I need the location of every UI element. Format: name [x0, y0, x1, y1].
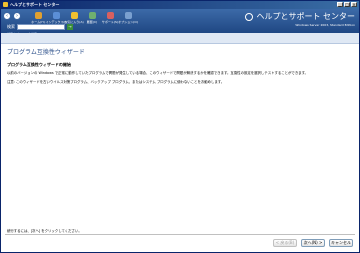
search-label: 検索 [7, 24, 15, 29]
back-button[interactable]: < 戻る(B) [273, 239, 297, 247]
minimize-button[interactable]: _ [337, 2, 343, 7]
toolbar-item-label: 履歴(C) [86, 20, 98, 24]
section-heading: プログラム互換性ウィザードの開始 [7, 62, 71, 67]
toolbar-item-favorites[interactable]: お気に入り(A) [64, 12, 84, 24]
wizard-content: プログラム互換性ウィザード プログラム互換性ウィザードの開始 以前のバージョンの… [7, 47, 352, 88]
description-text: 以前のバージョンの Windows で正常に動作していたプログラムで問題が発生し… [7, 71, 309, 75]
divider [5, 234, 355, 235]
search-go-button[interactable]: → [67, 24, 73, 30]
home-icon [34, 12, 42, 19]
help-support-window: ヘルプとサポート センター _ □ × ‹ › ホーム(H) インデックス(I) お… [0, 0, 360, 253]
toolbar-item-history[interactable]: 履歴(C) [85, 12, 99, 24]
banner [1, 33, 359, 44]
toolbar-item-label: オプション(O) [118, 20, 138, 24]
app-icon [3, 2, 8, 7]
search-bar: 検索 → [7, 24, 73, 30]
cancel-button[interactable]: キャンセル [329, 239, 353, 247]
note-text: 注意: このウィザードを古いウイルス対策プログラム、バックアップ プログラム、ま… [7, 80, 225, 84]
toolbar-item-label: サポート(S) [101, 20, 119, 24]
continue-instruction: 続行するには、[次へ] をクリックしてください。 [7, 229, 82, 233]
brand-title: ヘルプとサポート センター [256, 12, 355, 21]
search-input[interactable] [17, 24, 65, 30]
page-title: プログラム互換性ウィザード [7, 49, 85, 56]
window-title: ヘルプとサポート センター [10, 2, 60, 7]
brand: ヘルプとサポート センター Windows Server 2003, Stand… [245, 11, 355, 27]
toolbar-item-home[interactable]: ホーム(H) [31, 12, 45, 24]
history-icon [88, 12, 96, 19]
title-bar: ヘルプとサポート センター _ □ × [1, 1, 359, 9]
help-logo-icon [245, 12, 254, 21]
next-button[interactable]: 次へ(N) > [301, 239, 325, 247]
toolbar-item-options[interactable]: オプション(O) [118, 12, 138, 24]
brand-subtitle: Windows Server 2003, Standard Edition [295, 23, 355, 27]
options-icon [124, 12, 132, 19]
maximize-button[interactable]: □ [344, 2, 350, 7]
toolbar: ‹ › ホーム(H) インデックス(I) お気に入り(A) 履歴(C) サポート(S) オ… [1, 9, 359, 36]
index-icon [52, 12, 60, 19]
support-icon [106, 12, 114, 19]
toolbar-item-support[interactable]: サポート(S) [101, 12, 119, 24]
toolbar-item-index[interactable]: インデックス(I) [45, 12, 67, 24]
close-button[interactable]: × [351, 2, 357, 7]
favorites-icon [70, 12, 78, 19]
back-arrow-icon[interactable]: ‹ [3, 12, 11, 20]
forward-arrow-icon[interactable]: › [13, 12, 21, 20]
